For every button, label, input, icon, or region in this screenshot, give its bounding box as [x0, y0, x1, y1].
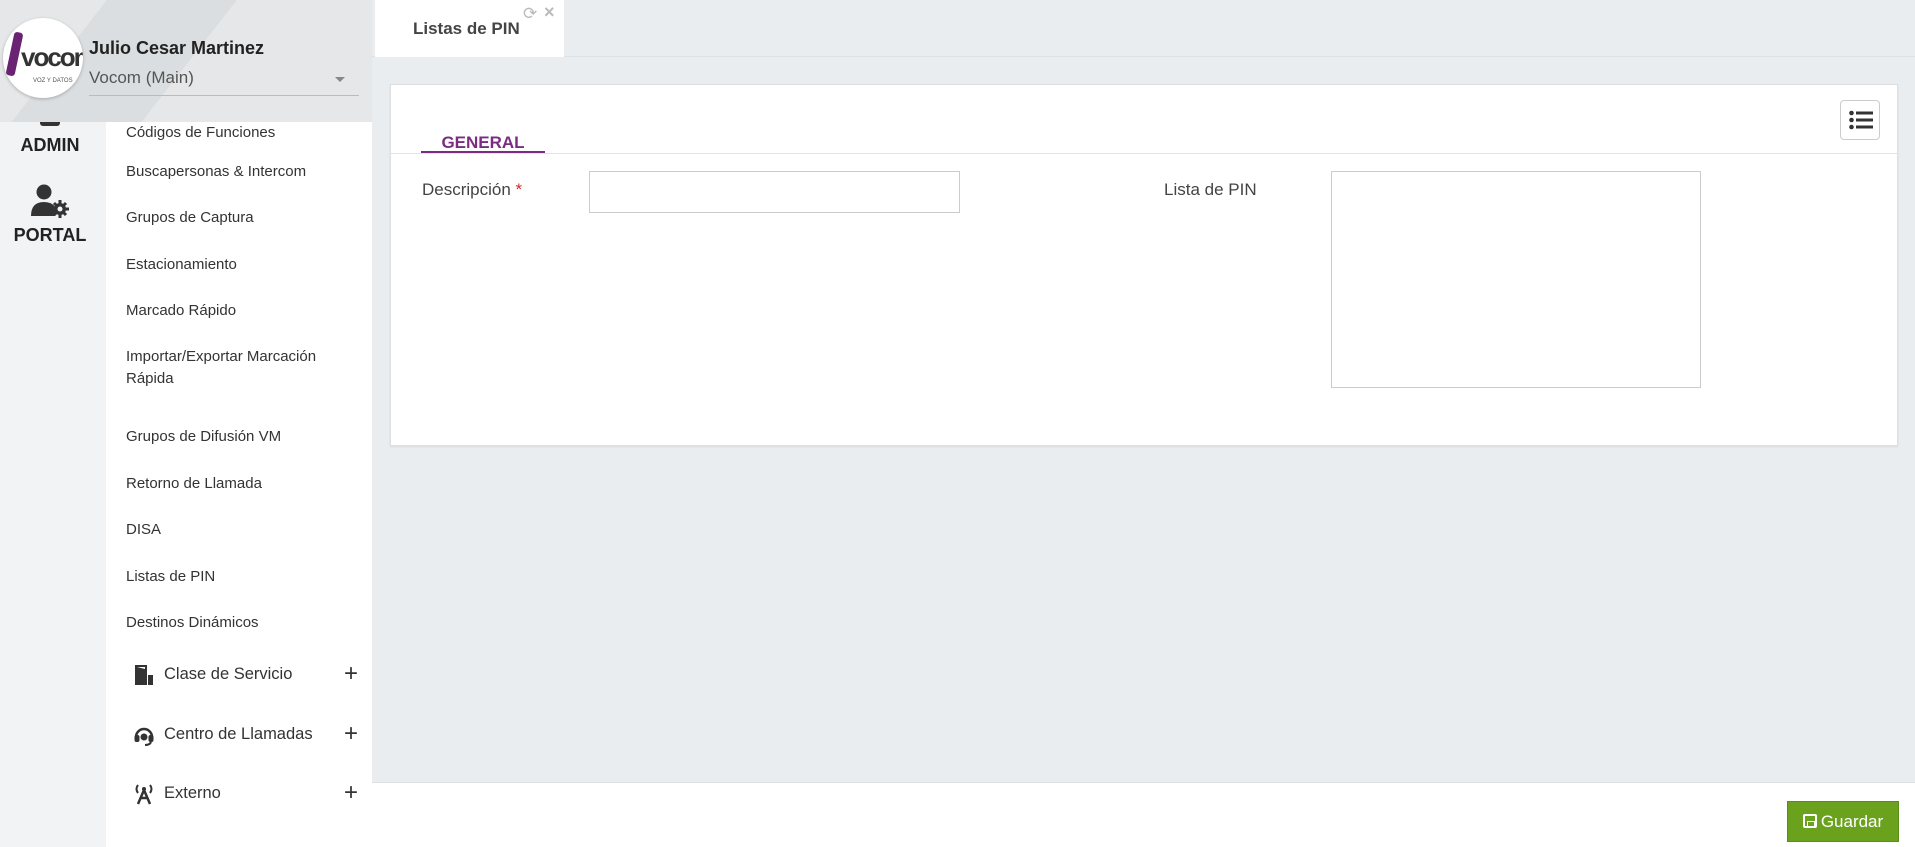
antenna-icon	[135, 784, 153, 805]
description-input[interactable]	[589, 171, 960, 213]
group-label: Centro de Llamadas	[164, 725, 313, 743]
submenu-item[interactable]: Marcado Rápido	[126, 300, 356, 322]
expand-plus-icon[interactable]: +	[344, 779, 358, 807]
company-select[interactable]: Vocom (Main)	[89, 68, 359, 96]
logo-subtext: VOZ Y DATOS	[33, 78, 73, 84]
tab-bar: Listas de PIN ⟳ ×	[372, 0, 1915, 57]
user-header: vocom VOZ Y DATOS Julio Cesar Martinez V…	[0, 0, 372, 122]
submenu-item[interactable]: Estacionamiento	[126, 254, 356, 276]
rail-portal-label: PORTAL	[13, 225, 87, 245]
submenu-item[interactable]: Códigos de Funciones	[126, 122, 356, 144]
submenu-item[interactable]: Buscapersonas & Intercom	[126, 161, 356, 183]
expand-plus-icon[interactable]: +	[344, 660, 358, 688]
pin-list-label: Lista de PIN	[1164, 180, 1257, 199]
left-rail: ADMIN PORTAL	[0, 0, 106, 847]
description-label-text: Descripción	[422, 180, 511, 199]
submenu-item[interactable]: Grupos de Difusión VM	[126, 426, 356, 448]
pin-list-textarea[interactable]	[1331, 171, 1701, 388]
description-label: Descripción *	[422, 180, 522, 200]
rail-admin[interactable]: ADMIN	[0, 112, 100, 156]
door-icon	[135, 665, 153, 685]
list-view-button[interactable]	[1840, 100, 1880, 140]
expand-plus-icon[interactable]: +	[344, 720, 358, 748]
submenu-group-externo[interactable]: Externo +	[132, 779, 358, 809]
list-icon	[1849, 110, 1873, 130]
submenu-item[interactable]: Grupos de Captura	[126, 207, 356, 229]
footer-bar: Guardar	[372, 782, 1915, 847]
submenu-item-listas-pin[interactable]: Listas de PIN	[126, 566, 356, 588]
logo-text: vocom	[21, 42, 83, 72]
floppy-disk-icon	[1802, 813, 1817, 828]
tab-label: Listas de PIN	[413, 19, 520, 38]
submenu-item[interactable]: Importar/Exportar Marcación Rápida	[126, 346, 356, 390]
form-card: GENERAL Descripción * Lista de PIN	[390, 84, 1898, 446]
close-icon[interactable]: ×	[544, 2, 555, 23]
submenu-item[interactable]: Destinos Dinámicos	[126, 612, 356, 634]
company-logo: vocom VOZ Y DATOS	[3, 18, 83, 98]
rail-admin-label: ADMIN	[20, 135, 80, 155]
save-button-label: Guardar	[1820, 811, 1884, 831]
rail-portal[interactable]: PORTAL	[0, 183, 100, 246]
submenu-item[interactable]: Retorno de Llamada	[126, 473, 356, 495]
group-label: Externo	[164, 784, 221, 802]
company-select-value: Vocom (Main)	[89, 68, 194, 87]
submenu-group-clase-servicio[interactable]: Clase de Servicio +	[132, 660, 358, 690]
submenu-panel: Códigos de Funciones Buscapersonas & Int…	[106, 122, 372, 847]
group-label: Clase de Servicio	[164, 665, 293, 683]
divider	[391, 153, 1897, 154]
tab-listas-pin[interactable]: Listas de PIN ⟳ ×	[375, 0, 564, 57]
tab-general-label: GENERAL	[441, 133, 525, 152]
tab-general[interactable]: GENERAL	[421, 109, 545, 153]
submenu-group-centro-llamadas[interactable]: Centro de Llamadas +	[132, 720, 358, 750]
submenu-item[interactable]: DISA	[126, 519, 356, 541]
portal-user-gear-icon	[31, 184, 69, 218]
user-name: Julio Cesar Martinez	[89, 38, 265, 58]
headset-icon	[134, 727, 154, 746]
caret-down-icon	[335, 77, 345, 82]
required-mark: *	[515, 180, 523, 199]
save-button[interactable]: Guardar	[1787, 801, 1899, 842]
refresh-icon[interactable]: ⟳	[523, 4, 537, 24]
